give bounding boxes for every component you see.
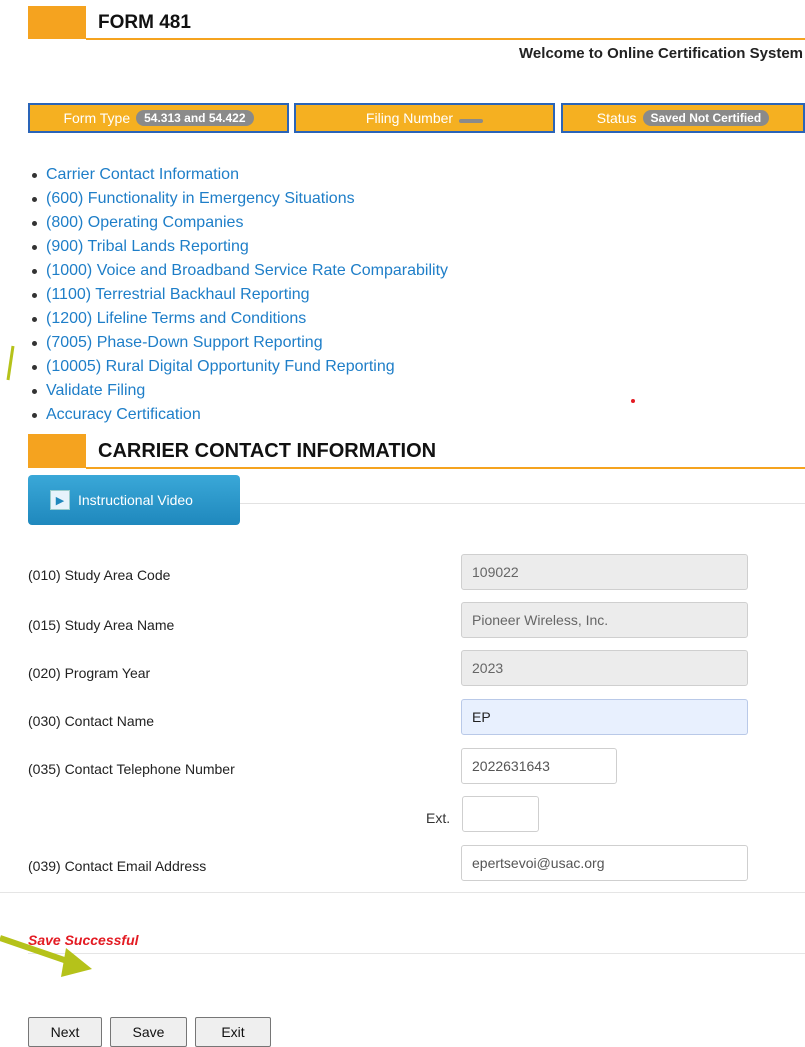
annotation-arrow-lower [0, 935, 92, 977]
annotation-arrow-upper [6, 345, 15, 381]
annotation-overlay [0, 345, 92, 977]
